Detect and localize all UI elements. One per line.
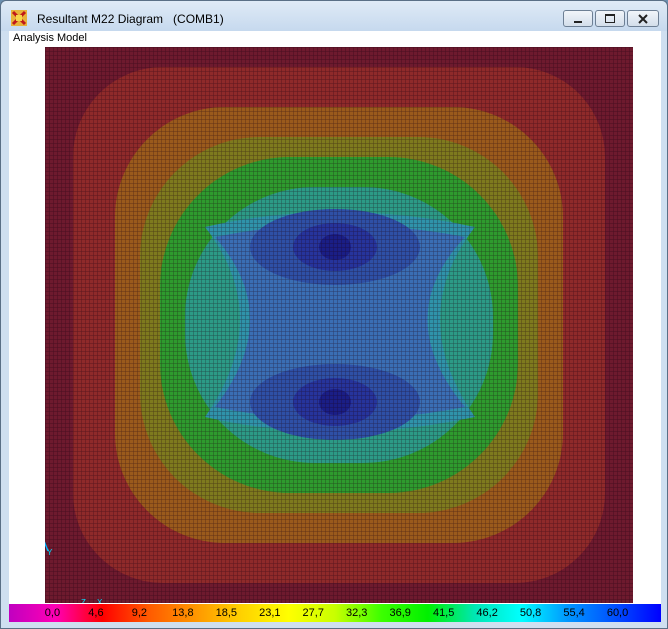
- maximize-icon: [605, 14, 615, 23]
- m22-contour-plot[interactable]: Y X Z: [45, 47, 633, 603]
- legend-tick-label: 41,5: [432, 607, 455, 619]
- legend-tick-label: 46,2: [476, 607, 498, 619]
- legend-tick-label: 0,0: [44, 607, 61, 619]
- axis-y-label: Y: [47, 548, 53, 557]
- legend-tick-label: 23,1: [259, 607, 281, 619]
- maximize-button[interactable]: [595, 10, 625, 27]
- legend-tick-label: 18,5: [215, 607, 238, 619]
- view-label: Analysis Model: [13, 32, 87, 44]
- legend-tick-label: 55,4: [563, 607, 585, 619]
- mesh-grid: [45, 47, 633, 603]
- legend-tick-label: 32,3: [346, 607, 368, 619]
- close-button[interactable]: [627, 10, 659, 27]
- minimize-button[interactable]: [563, 10, 593, 27]
- legend-tick-label: 27,7: [302, 607, 324, 619]
- legend-tick-label: 4,6: [88, 607, 104, 619]
- minimize-icon: [574, 20, 582, 23]
- legend-tick-label: 50,8: [519, 607, 542, 619]
- axis-x-label: X: [97, 598, 103, 603]
- legend-tick-label: 9,2: [131, 607, 148, 619]
- close-icon: [638, 13, 648, 24]
- app-window: Resultant M22 Diagram (COMB1) Analysis M…: [0, 0, 668, 629]
- legend-tick-label: 13,8: [172, 607, 194, 619]
- legend-tick-label: 60,0: [606, 607, 629, 619]
- legend-tick-label: 36,9: [389, 607, 411, 619]
- diagram-view[interactable]: Analysis Model Y X Z 0,0 4,6 9,2 13,8 18…: [9, 31, 661, 622]
- axis-z-label: Z: [81, 598, 86, 603]
- window-title: Resultant M22 Diagram (COMB1): [37, 12, 224, 26]
- sap-app-icon: [11, 10, 27, 26]
- color-legend: 0,0 4,6 9,2 13,8 18,5 23,1 27,7 32,3 36,9 41,5 46,…: [9, 604, 661, 622]
- title-bar[interactable]: Resultant M22 Diagram (COMB1): [1, 1, 667, 31]
